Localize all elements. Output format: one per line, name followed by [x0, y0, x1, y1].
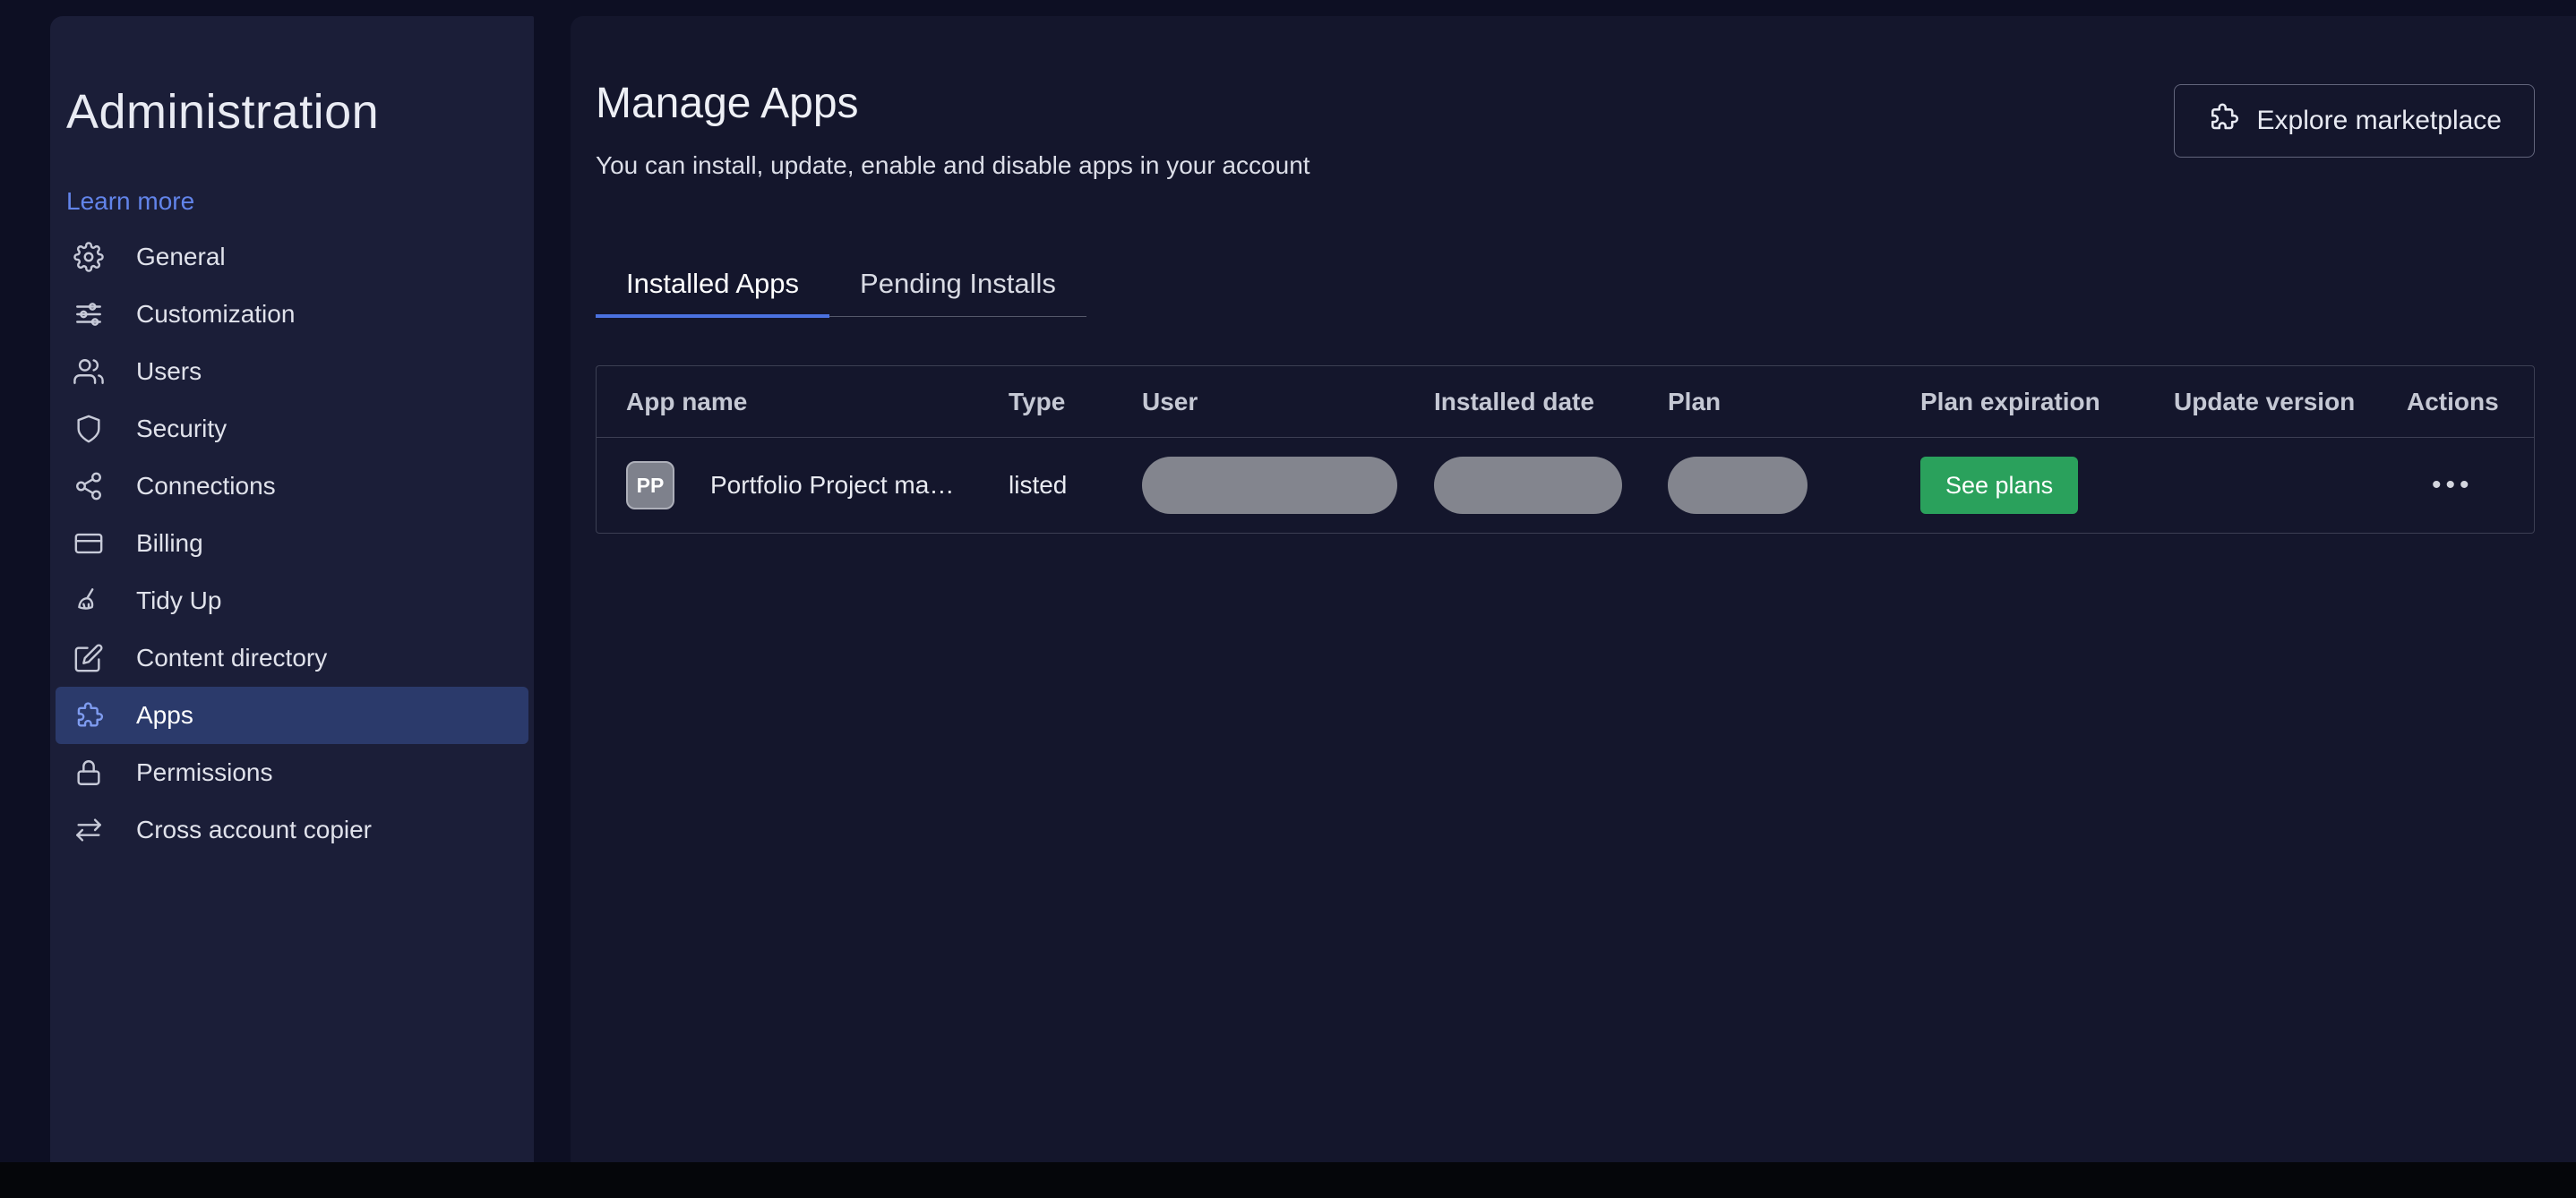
puzzle-icon [73, 700, 104, 731]
sidebar-item-billing[interactable]: Billing [56, 515, 528, 572]
sidebar-item-general[interactable]: General [56, 228, 528, 286]
screen-bottom-bar [0, 1162, 2576, 1198]
transfer-arrows-icon [73, 815, 104, 845]
column-header-actions: Actions [2407, 387, 2499, 415]
sidebar-item-permissions[interactable]: Permissions [56, 744, 528, 801]
row-actions-menu-icon[interactable]: ••• [2407, 470, 2534, 501]
tab-installed-apps[interactable]: Installed Apps [596, 252, 830, 318]
lock-icon [73, 757, 104, 788]
sidebar-item-label: Customization [136, 300, 296, 329]
sidebar-item-label: Security [136, 415, 228, 443]
page-title: Manage Apps [596, 80, 859, 127]
table-row[interactable]: PP Portfolio Project ma… listed See plan… [597, 438, 2534, 533]
sidebar-item-label: Apps [136, 701, 193, 730]
sidebar-item-apps[interactable]: Apps [56, 687, 528, 745]
redacted-installed-date-value [1434, 457, 1622, 514]
sidebar-item-label: Connections [136, 472, 276, 501]
plan-expiration-cell: See plans [1920, 457, 2174, 514]
page-subtitle: You can install, update, enable and disa… [596, 151, 1310, 179]
sidebar-title: Administration [66, 85, 380, 139]
sidebar-item-label: General [136, 243, 226, 271]
explore-marketplace-button[interactable]: Explore marketplace [2173, 84, 2535, 158]
column-header-app-name: App name [626, 387, 748, 415]
column-header-installed-date: Installed date [1434, 387, 1594, 415]
learn-more-link[interactable]: Learn more [66, 187, 194, 216]
sidebar-item-label: Tidy Up [136, 586, 222, 615]
sidebar-item-label: Users [136, 357, 202, 386]
broom-icon [73, 586, 104, 616]
tab-bar: Installed Apps Pending Installs [596, 252, 1086, 318]
apps-table: App name Type User Installed date Plan P… [596, 365, 2535, 534]
sidebar-item-label: Content directory [136, 644, 328, 672]
table-header-row: App name Type User Installed date Plan P… [597, 366, 2534, 438]
installed-date-cell [1434, 457, 1668, 514]
page-header: Manage Apps You can install, update, ena… [596, 79, 2535, 180]
column-header-update-version: Update version [2174, 387, 2356, 415]
column-header-type: Type [1009, 387, 1066, 415]
document-pen-icon [73, 643, 104, 673]
explore-marketplace-label: Explore marketplace [2256, 106, 2502, 135]
tab-pending-installs[interactable]: Pending Installs [829, 252, 1086, 316]
see-plans-button[interactable]: See plans [1920, 457, 2079, 514]
redacted-user-value [1142, 457, 1397, 514]
sidebar-item-customization[interactable]: Customization [56, 286, 528, 343]
sidebar-item-connections[interactable]: Connections [56, 458, 528, 515]
manage-apps-panel: Manage Apps You can install, update, ena… [571, 16, 2576, 1162]
sidebar-item-users[interactable]: Users [56, 343, 528, 400]
sliders-icon [73, 299, 104, 329]
app-type: listed [1009, 471, 1068, 499]
column-header-plan: Plan [1668, 387, 1722, 415]
credit-card-icon [73, 528, 104, 559]
plan-cell [1668, 457, 1920, 514]
page-header-text: Manage Apps You can install, update, ena… [596, 79, 1310, 180]
users-icon [73, 356, 104, 387]
sidebar-item-label: Permissions [136, 758, 273, 787]
app-name-cell: PP Portfolio Project ma… [626, 461, 1009, 509]
column-header-user: User [1142, 387, 1198, 415]
nodes-icon [73, 471, 104, 501]
app-name: Portfolio Project ma… [710, 471, 955, 499]
column-header-plan-expiration: Plan expiration [1920, 387, 2100, 415]
sidebar-item-security[interactable]: Security [56, 400, 528, 458]
redacted-plan-value [1668, 457, 1807, 514]
admin-nav: General Customization Users Security Con [50, 228, 534, 859]
gear-icon [73, 242, 104, 273]
sidebar-item-cross-account-copier[interactable]: Cross account copier [56, 801, 528, 859]
admin-sidebar: Administration Learn more General Custom… [50, 16, 534, 1162]
puzzle-icon [2207, 101, 2239, 141]
sidebar-item-content-directory[interactable]: Content directory [56, 629, 528, 687]
shield-icon [73, 414, 104, 444]
sidebar-item-label: Billing [136, 529, 203, 558]
app-avatar: PP [626, 461, 674, 509]
sidebar-item-tidy-up[interactable]: Tidy Up [56, 572, 528, 629]
user-cell [1142, 457, 1434, 514]
sidebar-item-label: Cross account copier [136, 816, 373, 844]
